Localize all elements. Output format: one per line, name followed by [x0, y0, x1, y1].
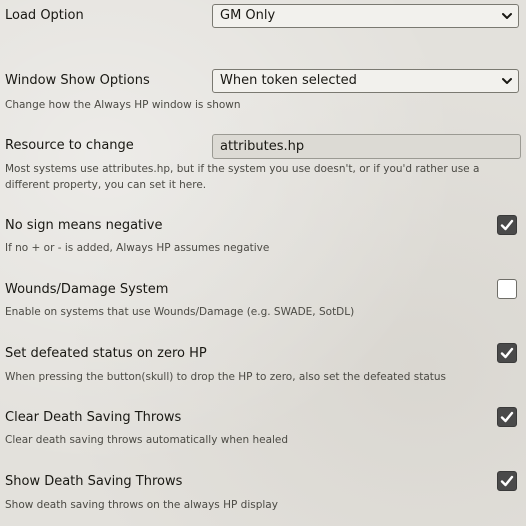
window-show-label: Window Show Options	[5, 73, 150, 88]
no-sign-negative-hint: If no + or - is added, Always HP assumes…	[5, 242, 270, 254]
setting-no-sign-negative: No sign means negative If no + or - is a…	[5, 215, 521, 259]
wounds-damage-checkbox[interactable]	[497, 279, 517, 299]
no-sign-negative-checkbox[interactable]	[497, 215, 517, 235]
no-sign-negative-label: No sign means negative	[5, 218, 163, 233]
clear-death-saves-hint: Clear death saving throws automatically …	[5, 434, 289, 446]
show-death-saves-label: Show Death Saving Throws	[5, 474, 183, 489]
check-icon	[500, 475, 514, 487]
resource-hint: Most systems use attributes.hp, but if t…	[5, 163, 480, 191]
check-icon	[500, 411, 514, 423]
setting-resource: Resource to change attributes.hp Most sy…	[5, 134, 521, 194]
show-death-saves-hint: Show death saving throws on the always H…	[5, 499, 278, 511]
check-icon	[500, 347, 514, 359]
window-show-select[interactable]: When token selected	[212, 69, 519, 93]
clear-death-saves-checkbox[interactable]	[497, 407, 517, 427]
wounds-damage-hint: Enable on systems that use Wounds/Damage…	[5, 306, 355, 318]
chevron-down-icon	[502, 13, 512, 19]
wounds-damage-label: Wounds/Damage System	[5, 282, 169, 297]
window-show-value: When token selected	[220, 73, 357, 88]
setting-wounds-damage: Wounds/Damage System Enable on systems t…	[5, 279, 521, 323]
defeated-status-label: Set defeated status on zero HP	[5, 346, 207, 361]
setting-window-show: Window Show Options When token selected …	[5, 69, 521, 115]
clear-death-saves-label: Clear Death Saving Throws	[5, 410, 182, 425]
check-icon	[500, 219, 514, 231]
window-show-hint: Change how the Always HP window is shown	[5, 99, 241, 111]
load-option-label: Load Option	[5, 8, 84, 23]
defeated-status-hint: When pressing the button(skull) to drop …	[5, 371, 446, 383]
setting-show-death-saves: Show Death Saving Throws Show death savi…	[5, 471, 521, 515]
setting-clear-death-saves: Clear Death Saving Throws Clear death sa…	[5, 407, 521, 451]
resource-label: Resource to change	[5, 138, 134, 153]
setting-defeated-status: Set defeated status on zero HP When pres…	[5, 343, 521, 387]
show-death-saves-checkbox[interactable]	[497, 471, 517, 491]
chevron-down-icon	[502, 78, 512, 84]
load-option-value: GM Only	[220, 8, 276, 23]
resource-input[interactable]: attributes.hp	[212, 134, 521, 159]
setting-load-option: Load Option GM Only	[5, 4, 521, 32]
defeated-status-checkbox[interactable]	[497, 343, 517, 363]
load-option-select[interactable]: GM Only	[212, 4, 519, 28]
